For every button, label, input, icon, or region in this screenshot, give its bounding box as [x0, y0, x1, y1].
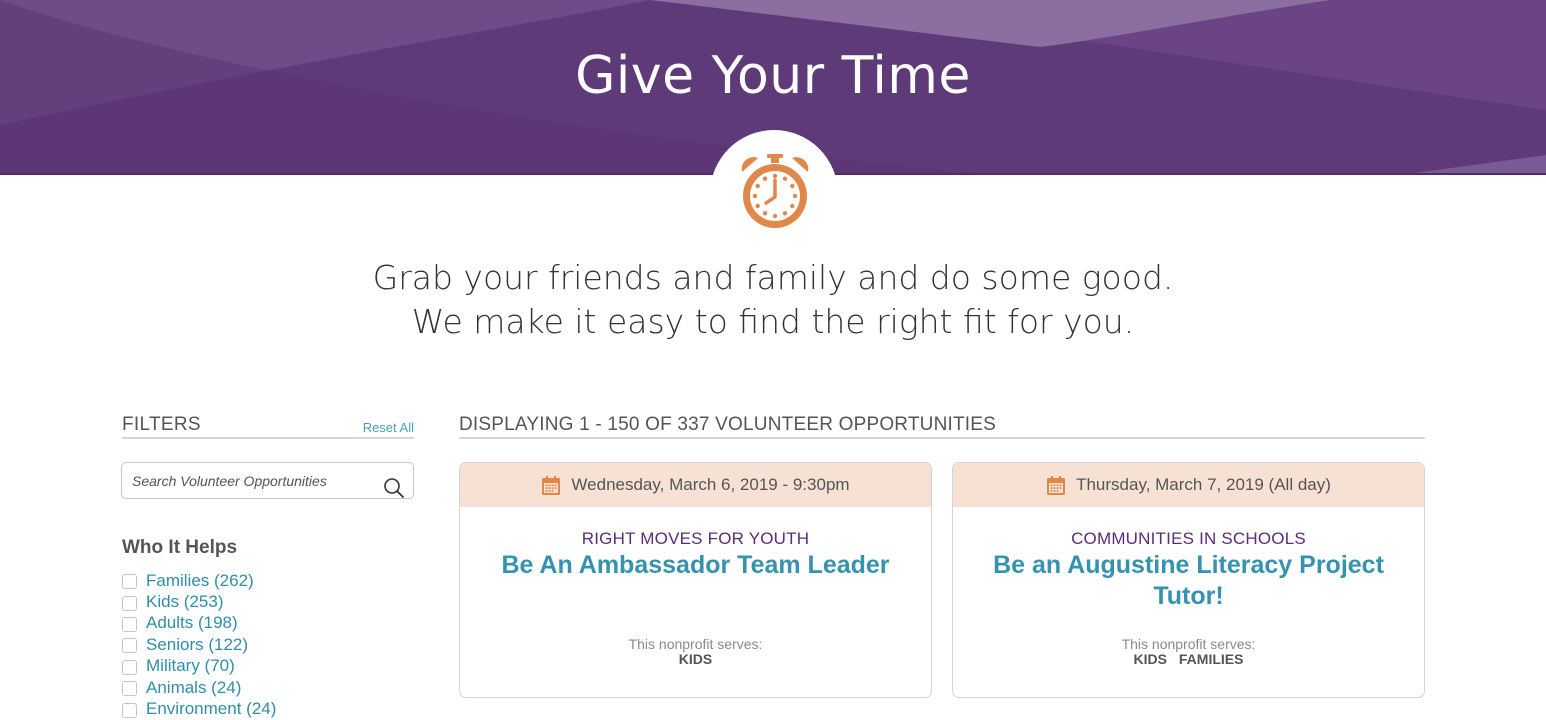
filter-option-label[interactable]: Adults (198)	[146, 613, 238, 633]
card-date-bar: Thursday, March 7, 2019 (All day)	[953, 463, 1424, 507]
filters-header: FILTERS Reset All	[122, 412, 414, 439]
search-input[interactable]	[122, 463, 372, 498]
checkbox[interactable]	[122, 574, 137, 590]
serves-tag: FAMILIES	[1178, 651, 1244, 667]
filter-option-families[interactable]: Families (262)	[122, 570, 276, 591]
serves-label: This nonprofit serves:	[1121, 636, 1256, 652]
who-it-helps-list: Families (262) Kids (253) Adults (198) S…	[122, 570, 276, 720]
serves-tag: KIDS	[678, 651, 713, 667]
filter-option-kids[interactable]: Kids (253)	[122, 591, 276, 612]
filters-title: FILTERS	[122, 414, 201, 435]
who-it-helps-heading: Who It Helps	[122, 537, 238, 558]
card-body: RIGHT MOVES FOR YOUTH Be An Ambassador T…	[460, 507, 931, 581]
serves-section: This nonprofit serves: KIDS	[460, 637, 931, 667]
serves-tag: KIDS	[1133, 651, 1167, 667]
card-date: Wednesday, March 6, 2019 - 9:30pm	[571, 475, 850, 494]
serves-tags: KIDS	[460, 652, 931, 667]
serves-section: This nonprofit serves: KIDS FAMILIES	[953, 637, 1424, 667]
page-title: Give Your Time	[575, 46, 971, 106]
serves-tags: KIDS FAMILIES	[953, 652, 1424, 667]
tagline-line-2: We make it easy to find the right fit fo…	[411, 302, 1135, 341]
results-count: DISPLAYING 1 - 150 OF 337 VOLUNTEER OPPO…	[459, 414, 997, 435]
card-body: COMMUNITIES IN SCHOOLS Be an Augustine L…	[953, 507, 1424, 612]
calendar-icon	[1047, 475, 1066, 495]
card-date: Thursday, March 7, 2019 (All day)	[1076, 475, 1331, 494]
serves-label: This nonprofit serves:	[628, 636, 763, 652]
filter-option-label[interactable]: Kids (253)	[146, 592, 223, 612]
checkbox[interactable]	[122, 659, 137, 675]
search-field[interactable]	[121, 462, 414, 499]
filter-option-label[interactable]: Families (262)	[146, 571, 254, 591]
reset-all-link[interactable]: Reset All	[363, 420, 414, 435]
opportunity-card[interactable]: Wednesday, March 6, 2019 - 9:30pm RIGHT …	[459, 462, 932, 698]
results-header: DISPLAYING 1 - 150 OF 337 VOLUNTEER OPPO…	[459, 412, 1425, 439]
filter-option-military[interactable]: Military (70)	[122, 656, 276, 677]
card-date-bar: Wednesday, March 6, 2019 - 9:30pm	[460, 463, 931, 507]
filter-option-label[interactable]: Military (70)	[146, 656, 235, 676]
calendar-icon	[542, 475, 561, 495]
tagline-line-1: Grab your friends and family and do some…	[372, 258, 1174, 297]
checkbox[interactable]	[122, 638, 137, 654]
filter-option-adults[interactable]: Adults (198)	[122, 613, 276, 634]
search-icon[interactable]	[383, 477, 405, 499]
filter-option-label[interactable]: Seniors (122)	[146, 635, 248, 655]
organization-name: RIGHT MOVES FOR YOUTH	[581, 529, 810, 548]
checkbox[interactable]	[122, 616, 137, 632]
opportunity-title-link[interactable]: Be An Ambassador Team Leader	[460, 550, 931, 581]
filter-option-label[interactable]: Animals (24)	[146, 678, 241, 698]
checkbox[interactable]	[122, 595, 137, 611]
organization-name: COMMUNITIES IN SCHOOLS	[1071, 529, 1306, 548]
opportunity-title-link[interactable]: Be an Augustine Literacy Project Tutor!	[953, 550, 1424, 612]
tagline: Grab your friends and family and do some…	[0, 256, 1546, 344]
filter-option-seniors[interactable]: Seniors (122)	[122, 634, 276, 655]
alarm-clock-icon	[741, 154, 809, 228]
filter-option-label[interactable]: Environment (24)	[146, 699, 276, 719]
filter-option-animals[interactable]: Animals (24)	[122, 677, 276, 698]
checkbox[interactable]	[122, 681, 137, 697]
checkbox[interactable]	[122, 702, 137, 718]
opportunity-card[interactable]: Thursday, March 7, 2019 (All day) COMMUN…	[952, 462, 1425, 698]
